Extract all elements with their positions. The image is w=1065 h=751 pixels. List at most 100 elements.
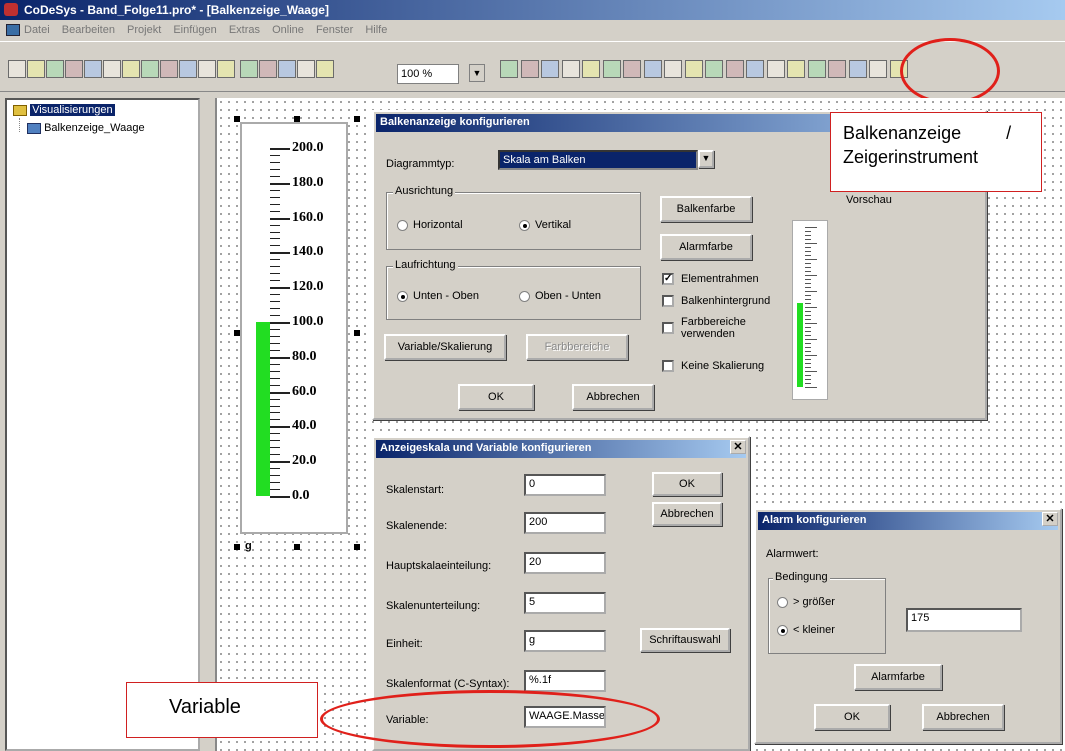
background-checkbox[interactable] [662, 295, 674, 307]
scale-dialog-close-icon[interactable]: ✕ [730, 440, 746, 454]
toolbar-tool-icon[interactable] [664, 60, 682, 78]
main-division-input[interactable]: 20 [524, 552, 606, 574]
menu-hilfe[interactable]: Hilfe [365, 24, 387, 36]
toolbar-tool-icon[interactable] [316, 60, 334, 78]
toolbar-tool-icon[interactable] [787, 60, 805, 78]
greater-label: > größer [793, 596, 835, 608]
scale-end-input[interactable]: 200 [524, 512, 606, 534]
toolbar-tool-icon[interactable] [160, 60, 178, 78]
bar-element[interactable]: 200.0 180.0 160.0 140.0 120.0 100.0 80.0 60.0 40… [240, 122, 348, 534]
alarm-dialog-title: Alarm konfigurieren [758, 512, 1058, 530]
toolbar-tool-icon[interactable] [746, 60, 764, 78]
resize-handle[interactable] [354, 116, 360, 122]
toolbar-tool-icon[interactable] [84, 60, 102, 78]
variable-scaling-button[interactable]: Variable/Skalierung [384, 334, 506, 360]
resize-handle[interactable] [354, 544, 360, 550]
alarm-value-input[interactable]: 175 [906, 608, 1022, 632]
color-ranges-checkbox[interactable] [662, 322, 674, 334]
toolbar-tool-icon[interactable] [766, 60, 785, 78]
alarm-ok-button[interactable]: OK [814, 704, 890, 730]
menu-datei[interactable]: Datei [24, 24, 50, 36]
menu-einfuegen[interactable]: Einfügen [173, 24, 216, 36]
menu-bearbeiten[interactable]: Bearbeiten [62, 24, 115, 36]
unit-input[interactable]: g [524, 630, 606, 652]
zoom-select[interactable]: 100 % [397, 64, 459, 84]
preview-tick [805, 275, 817, 276]
toolbar-tool-icon[interactable] [582, 60, 600, 78]
bottom-top-radio[interactable] [397, 291, 408, 302]
tree-item-visualisierungen[interactable]: Visualisierungen [13, 104, 115, 116]
alarm-color-button[interactable]: Alarmfarbe [660, 234, 752, 260]
bar-color-button[interactable]: Balkenfarbe [660, 196, 752, 222]
scale-start-input[interactable]: 0 [524, 474, 606, 496]
toolbar-tool-icon[interactable] [278, 60, 296, 78]
toolbar-tool-icon[interactable] [240, 60, 258, 78]
zoom-dropdown-icon[interactable]: ▼ [469, 64, 485, 82]
toolbar-tool-icon[interactable] [602, 60, 621, 78]
diagram-type-dropdown-icon[interactable]: ▼ [698, 150, 714, 168]
toolbar-tool-icon[interactable] [828, 60, 846, 78]
toolbar-tool-icon[interactable] [297, 60, 315, 78]
toolbar-tool-icon[interactable] [259, 60, 277, 78]
top-bottom-radio[interactable] [519, 291, 530, 302]
toolbar-tool-icon[interactable] [27, 60, 45, 78]
resize-handle[interactable] [234, 330, 240, 336]
preview-tick [805, 319, 811, 320]
toolbar-tool-icon[interactable] [684, 60, 703, 78]
tree-item-balkenzeige[interactable]: Balkenzeige_Waage [27, 122, 145, 134]
color-ranges-button[interactable]: Farbbereiche [526, 334, 628, 360]
scale-minor-tick [270, 482, 280, 484]
resize-handle[interactable] [354, 330, 360, 336]
toolbar-tool-icon[interactable] [561, 60, 580, 78]
toolbar-tool-icon[interactable] [541, 60, 559, 78]
bar-cancel-button[interactable]: Abbrechen [572, 384, 654, 410]
scale-ok-button[interactable]: OK [652, 472, 722, 496]
toolbar-tool-icon[interactable] [198, 60, 216, 78]
document-icon[interactable] [6, 24, 20, 36]
alarm-dialog-close-icon[interactable]: ✕ [1042, 512, 1058, 526]
toolbar-tool-icon[interactable] [122, 60, 140, 78]
resize-handle[interactable] [294, 116, 300, 122]
toolbar-tool-icon[interactable] [869, 60, 887, 78]
toolbar-tool-icon[interactable] [179, 60, 197, 78]
horizontal-radio[interactable] [397, 220, 408, 231]
menu-online[interactable]: Online [272, 24, 304, 36]
toolbar-tool-icon[interactable] [705, 60, 723, 78]
smaller-radio[interactable] [777, 625, 788, 636]
font-select-button[interactable]: Schriftauswahl [640, 628, 730, 652]
greater-radio[interactable] [777, 597, 788, 608]
resize-handle[interactable] [234, 116, 240, 122]
toolbar-tool-icon[interactable] [500, 60, 518, 78]
toolbar-tool-icon[interactable] [65, 60, 83, 78]
no-scale-label: Keine Skalierung [681, 360, 765, 372]
resize-handle[interactable] [234, 544, 240, 550]
toolbar-tool-icon[interactable] [807, 60, 826, 78]
menu-projekt[interactable]: Projekt [127, 24, 161, 36]
toolbar-tool-icon[interactable] [848, 60, 867, 78]
sub-division-input[interactable]: 5 [524, 592, 606, 614]
smaller-label: < kleiner [793, 624, 835, 636]
menu-extras[interactable]: Extras [229, 24, 260, 36]
toolbar-tool-icon[interactable] [103, 60, 121, 78]
toolbar-tool-icon[interactable] [217, 60, 235, 78]
alarm-color-dialog-button[interactable]: Alarmfarbe [854, 664, 942, 690]
menu-fenster[interactable]: Fenster [316, 24, 353, 36]
scale-format-input[interactable]: %.1f [524, 670, 606, 692]
preview-tick [805, 335, 811, 336]
toolbar-tool-icon[interactable] [8, 60, 26, 78]
diagram-type-select[interactable]: Skala am Balken [498, 150, 698, 170]
vertical-radio[interactable] [519, 220, 530, 231]
toolbar-tool-icon[interactable] [623, 60, 641, 78]
bar-ok-button[interactable]: OK [458, 384, 534, 410]
direction-group-label: Laufrichtung [393, 259, 458, 271]
toolbar-tool-icon[interactable] [725, 60, 744, 78]
no-scale-checkbox[interactable] [662, 360, 674, 372]
toolbar-tool-icon[interactable] [141, 60, 159, 78]
alarm-cancel-button[interactable]: Abbrechen [922, 704, 1004, 730]
resize-handle[interactable] [294, 544, 300, 550]
toolbar-tool-icon[interactable] [643, 60, 662, 78]
toolbar-tool-icon[interactable] [520, 60, 539, 78]
scale-cancel-button[interactable]: Abbrechen [652, 502, 722, 526]
frame-checkbox[interactable]: ✓ [662, 273, 674, 285]
toolbar-tool-icon[interactable] [46, 60, 64, 78]
